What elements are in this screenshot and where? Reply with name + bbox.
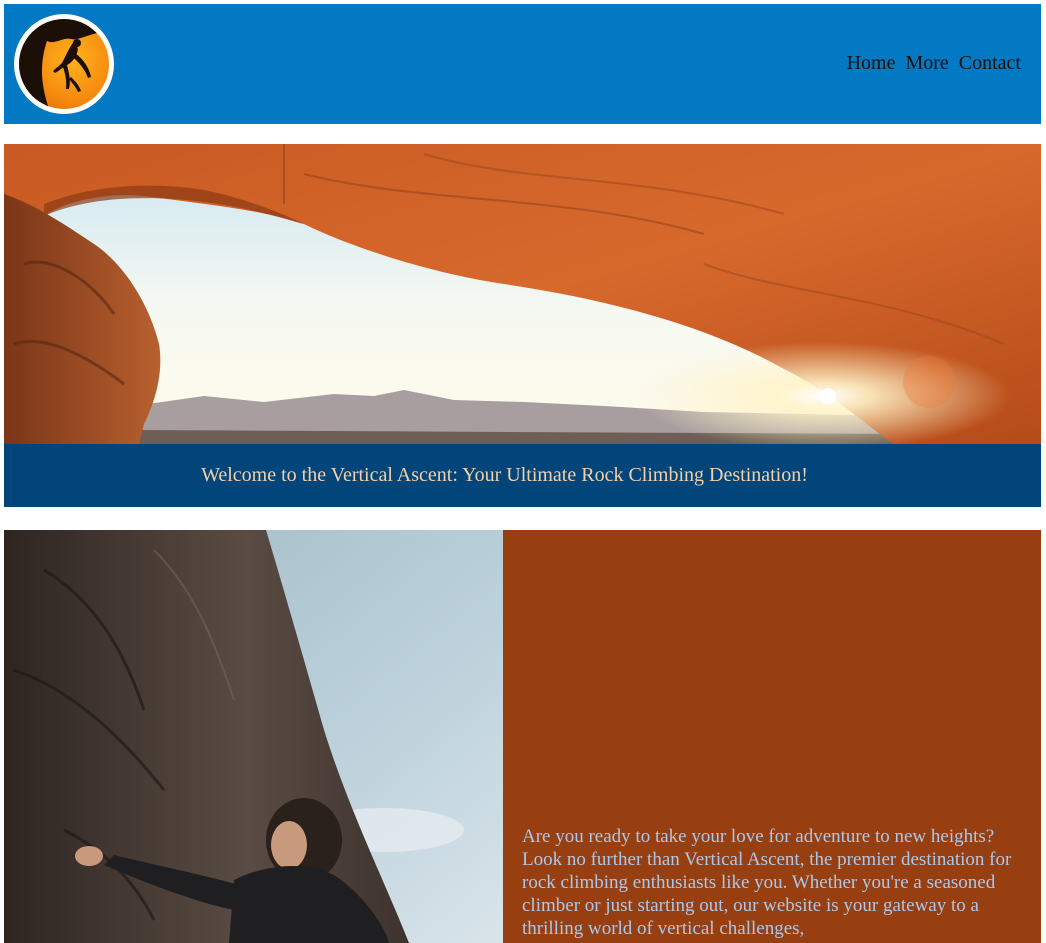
hero-arch-image — [4, 144, 1041, 444]
climber-logo-icon — [19, 19, 109, 109]
nav-more-link[interactable]: More — [905, 52, 948, 75]
nav-home-link[interactable]: Home — [847, 52, 896, 75]
main-nav: Home More Contact — [847, 52, 1021, 75]
intro-paragraph: Are you ready to take your love for adve… — [522, 826, 1012, 939]
page: Home More Contact Welcome to the Vertica… — [0, 0, 1046, 943]
climber-image — [4, 530, 503, 943]
site-logo[interactable] — [14, 14, 114, 114]
nav-contact-link[interactable]: Contact — [959, 52, 1021, 75]
welcome-heading: Welcome to the Vertical Ascent: Your Ult… — [201, 464, 808, 486]
site-header: Home More Contact — [4, 4, 1041, 124]
welcome-banner: Welcome to the Vertical Ascent: Your Ult… — [4, 444, 1041, 507]
intro-panel: Are you ready to take your love for adve… — [503, 530, 1041, 943]
